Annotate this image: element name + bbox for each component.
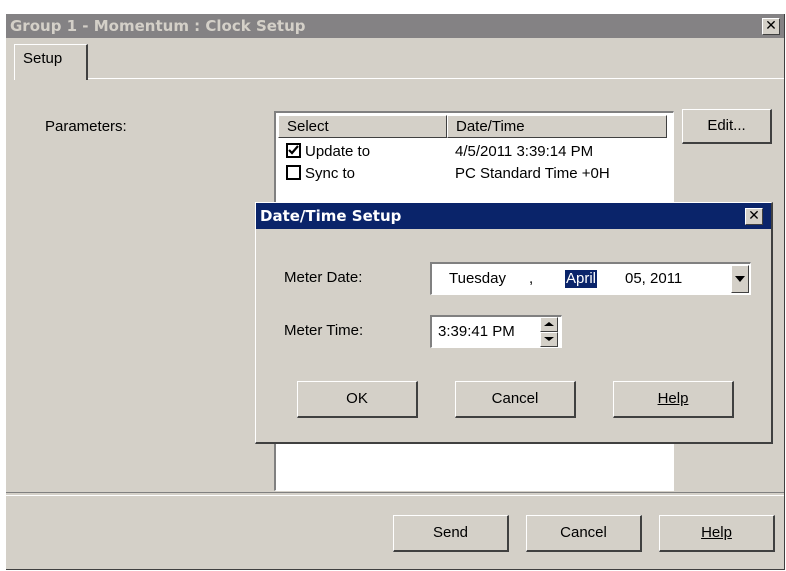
meter-time-field[interactable]: 3:39:41 PM <box>430 315 562 348</box>
help-button-label: Help <box>701 524 732 541</box>
tab-setup-label: Setup <box>23 50 63 67</box>
datetime-setup-dialog: Date/Time Setup ✕ Meter Date: Tuesday , … <box>255 202 773 444</box>
date-separator: , <box>529 270 534 287</box>
sync-to-label: Sync to <box>305 165 356 182</box>
date-weekday[interactable]: Tuesday <box>449 264 506 294</box>
send-button[interactable]: Send <box>393 515 509 552</box>
window-close-icon[interactable]: ✕ <box>762 18 780 35</box>
window-title: Group 1 - Momentum : Clock Setup <box>10 17 306 35</box>
dialog-help-button[interactable]: Help <box>613 381 734 418</box>
list-item[interactable]: Sync to <box>286 163 355 185</box>
checkmark-icon <box>288 145 299 155</box>
time-spin-up[interactable] <box>540 317 558 332</box>
dialog-cancel-button[interactable]: Cancel <box>455 381 576 418</box>
parameters-label: Parameters: <box>45 118 127 135</box>
update-to-label: Update to <box>305 143 371 160</box>
update-to-value: 4/5/2011 3:39:14 PM <box>455 143 594 160</box>
list-item[interactable]: Update to <box>286 141 370 163</box>
dialog-close-icon[interactable]: ✕ <box>745 208 763 225</box>
footer-separator <box>6 492 784 496</box>
dialog-title-bar: Date/Time Setup <box>256 203 771 229</box>
ok-button[interactable]: OK <box>297 381 418 418</box>
column-header-datetime[interactable]: Date/Time <box>447 115 667 138</box>
help-button[interactable]: Help <box>659 515 775 552</box>
date-dropdown-button[interactable] <box>731 265 749 293</box>
meter-date-label: Meter Date: <box>284 269 363 286</box>
date-day-year[interactable]: 05, 2011 <box>625 264 682 294</box>
tab-setup[interactable]: Setup <box>14 44 88 80</box>
dialog-help-label: Help <box>657 390 689 407</box>
arrow-down-icon <box>544 337 554 341</box>
window-title-bar: Group 1 - Momentum : Clock Setup <box>6 14 784 38</box>
meter-date-picker[interactable]: Tuesday , April 05, 2011 <box>430 262 751 295</box>
meter-time-label: Meter Time: <box>284 322 364 339</box>
arrow-up-icon <box>544 322 554 326</box>
chevron-down-icon <box>735 276 745 282</box>
date-month[interactable]: April <box>565 270 598 288</box>
tab-strip-border <box>88 78 784 81</box>
time-spin-down[interactable] <box>540 332 558 347</box>
cancel-button[interactable]: Cancel <box>526 515 642 552</box>
update-to-checkbox[interactable] <box>286 143 301 158</box>
dialog-title: Date/Time Setup <box>260 207 402 225</box>
column-header-select[interactable]: Select <box>278 115 447 138</box>
sync-to-value: PC Standard Time +0H <box>455 165 610 182</box>
time-value[interactable]: 3:39:41 PM <box>438 317 515 347</box>
sync-to-checkbox[interactable] <box>286 165 301 180</box>
edit-button[interactable]: Edit... <box>682 109 772 144</box>
